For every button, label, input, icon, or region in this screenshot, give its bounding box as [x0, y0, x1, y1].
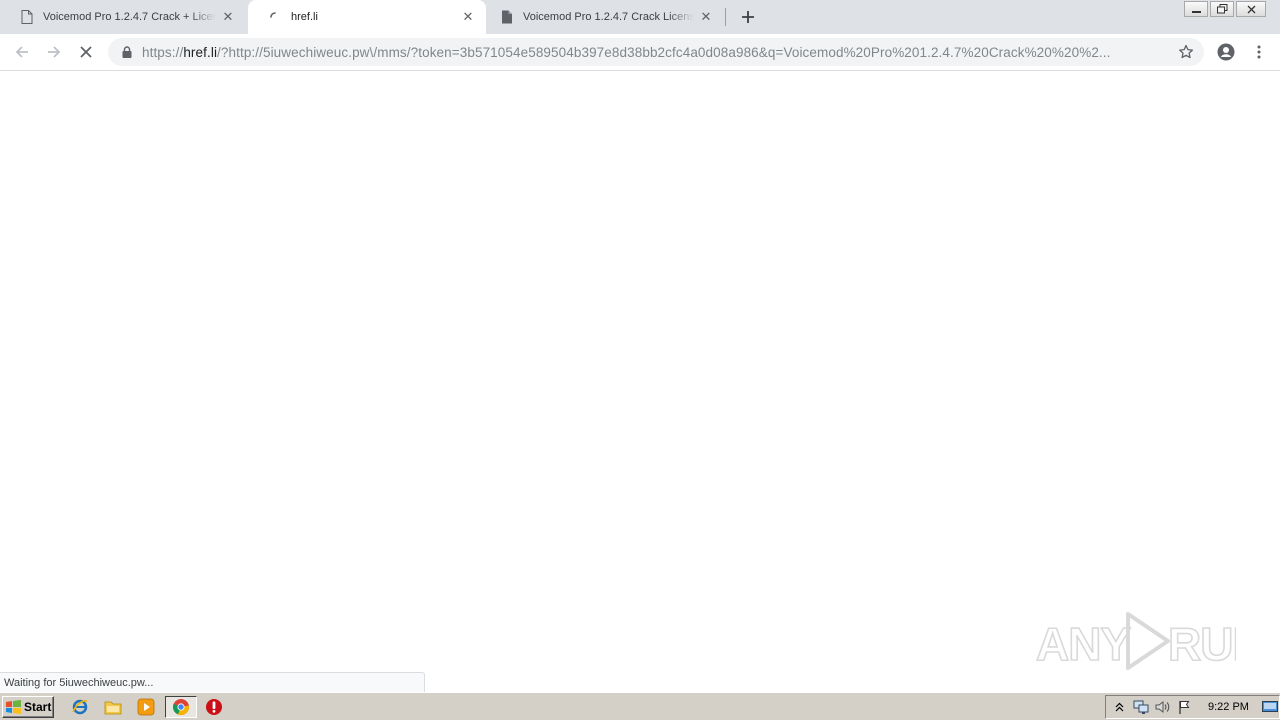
start-label: Start — [24, 700, 52, 714]
back-arrow-icon — [15, 46, 28, 58]
tab-title: Voicemod Pro 1.2.4.7 Crack + License Key — [43, 11, 216, 23]
chrome-taskbar-button[interactable] — [165, 696, 197, 718]
tab-voicemod-2[interactable]: Voicemod Pro 1.2.4.7 Crack License Key ✕ — [486, 0, 724, 34]
system-tray: 9:22 PM — [1105, 695, 1280, 719]
play-triangle-icon — [1126, 612, 1170, 670]
status-text: Waiting for 5iuwechiweuc.pw... — [4, 676, 154, 689]
windows-logo-icon — [6, 700, 21, 714]
opera-icon[interactable] — [203, 697, 225, 717]
profile-button[interactable] — [1214, 40, 1238, 64]
close-window-icon — [1247, 5, 1255, 13]
close-tab-icon[interactable]: ✕ — [460, 9, 476, 25]
stop-loading-button[interactable] — [74, 40, 98, 64]
minimize-icon — [1191, 11, 1201, 13]
url-scheme: https:// — [142, 44, 184, 60]
show-hidden-icons-icon[interactable] — [1110, 698, 1128, 716]
status-bubble: Waiting for 5iuwechiweuc.pw... — [0, 672, 425, 692]
restore-button[interactable] — [1210, 1, 1234, 17]
close-tab-icon[interactable]: ✕ — [220, 9, 236, 25]
lock-icon[interactable] — [121, 45, 133, 59]
browser-toolbar: https://href.li/?http://5iuwechiweuc.pw\… — [0, 34, 1280, 71]
restore-icon — [1216, 4, 1227, 14]
watermark-text: ANY — [1036, 618, 1130, 670]
back-button[interactable] — [10, 40, 34, 64]
tab-strip: Voicemod Pro 1.2.4.7 Crack + License Key… — [0, 0, 1280, 34]
file-icon — [500, 10, 514, 24]
show-desktop-icon[interactable] — [1261, 698, 1279, 716]
window-controls — [1182, 1, 1266, 17]
file-explorer-icon[interactable] — [102, 697, 124, 717]
start-button[interactable]: Start — [2, 696, 54, 718]
anyrun-watermark-logo: ANY RUN — [1036, 612, 1236, 671]
volume-icon[interactable] — [1154, 698, 1172, 716]
url-path: /?http://5iuwechiweuc.pw\/mms/?token=3b5… — [217, 44, 1111, 60]
tab-href-li[interactable]: href.li ✕ — [248, 0, 486, 34]
loading-spinner-icon — [268, 10, 282, 24]
menu-button[interactable] — [1247, 40, 1271, 64]
close-tab-icon[interactable]: ✕ — [698, 9, 714, 25]
forward-arrow-icon — [48, 46, 61, 58]
taskbar-clock[interactable]: 9:22 PM — [1208, 701, 1249, 713]
tab-title: Voicemod Pro 1.2.4.7 Crack License Key — [523, 11, 694, 23]
tab-separator — [725, 8, 726, 26]
network-icon[interactable] — [1132, 698, 1150, 716]
watermark-text: RUN — [1168, 618, 1236, 670]
close-icon — [80, 46, 92, 58]
chrome-icon — [173, 699, 189, 715]
bookmark-star-icon[interactable] — [1176, 42, 1196, 62]
tab-voicemod-1[interactable]: Voicemod Pro 1.2.4.7 Crack + License Key… — [0, 0, 246, 34]
internet-explorer-icon[interactable] — [69, 697, 91, 717]
url-host: href.li — [183, 44, 218, 60]
media-player-icon[interactable] — [135, 697, 157, 717]
document-icon — [20, 10, 34, 24]
new-tab-button[interactable] — [736, 6, 760, 28]
minimize-button[interactable] — [1184, 1, 1208, 17]
close-window-button[interactable] — [1236, 1, 1266, 17]
page-content: ANY RUN Waiting for 5iuwechiweuc.pw... — [0, 72, 1280, 692]
windows-taskbar: Start 9:22 PM — [0, 692, 1280, 720]
account-circle-icon — [1217, 43, 1235, 61]
action-center-flag-icon[interactable] — [1176, 698, 1194, 716]
tab-title: href.li — [291, 11, 318, 23]
url-text[interactable]: https://href.li/?http://5iuwechiweuc.pw\… — [142, 45, 1166, 60]
more-vertical-icon — [1257, 45, 1261, 59]
forward-button[interactable] — [42, 40, 66, 64]
address-bar[interactable]: https://href.li/?http://5iuwechiweuc.pw\… — [108, 38, 1204, 66]
